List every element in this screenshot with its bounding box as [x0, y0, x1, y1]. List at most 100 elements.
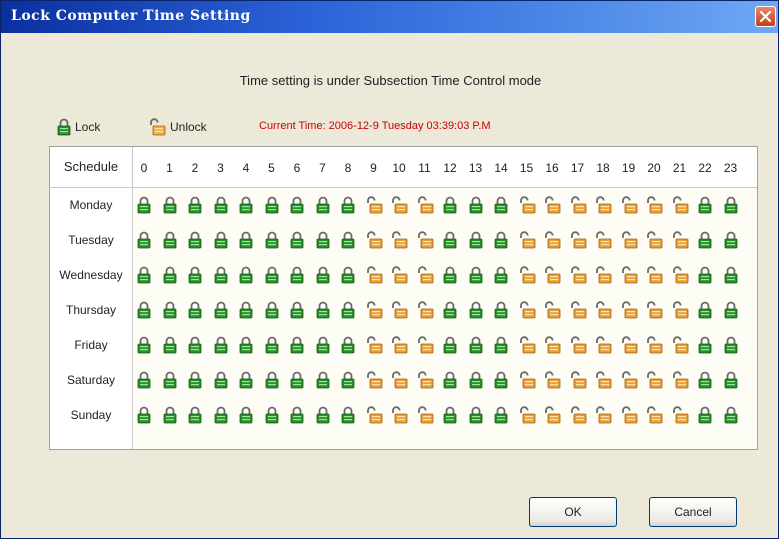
lock-icon[interactable]	[724, 406, 738, 424]
lock-icon[interactable]	[341, 266, 355, 284]
lock-icon[interactable]	[163, 301, 177, 319]
lock-icon[interactable]	[443, 231, 457, 249]
unlock-icon[interactable]	[366, 336, 382, 354]
lock-icon[interactable]	[265, 196, 279, 214]
unlock-icon[interactable]	[596, 196, 612, 214]
lock-icon[interactable]	[698, 301, 712, 319]
lock-icon[interactable]	[188, 336, 202, 354]
unlock-icon[interactable]	[647, 266, 663, 284]
lock-icon[interactable]	[494, 266, 508, 284]
lock-icon[interactable]	[290, 406, 304, 424]
unlock-icon[interactable]	[545, 231, 561, 249]
lock-icon[interactable]	[214, 336, 228, 354]
lock-icon[interactable]	[163, 406, 177, 424]
unlock-icon[interactable]	[519, 336, 535, 354]
lock-icon[interactable]	[239, 196, 253, 214]
lock-icon[interactable]	[443, 336, 457, 354]
unlock-icon[interactable]	[545, 406, 561, 424]
unlock-icon[interactable]	[545, 336, 561, 354]
lock-icon[interactable]	[290, 336, 304, 354]
lock-icon[interactable]	[341, 336, 355, 354]
unlock-icon[interactable]	[621, 231, 637, 249]
lock-icon[interactable]	[265, 266, 279, 284]
lock-icon[interactable]	[137, 266, 151, 284]
unlock-icon[interactable]	[392, 371, 408, 389]
lock-icon[interactable]	[724, 196, 738, 214]
lock-icon[interactable]	[341, 231, 355, 249]
unlock-icon[interactable]	[621, 336, 637, 354]
unlock-icon[interactable]	[672, 231, 688, 249]
unlock-icon[interactable]	[596, 371, 612, 389]
lock-icon[interactable]	[214, 231, 228, 249]
unlock-icon[interactable]	[366, 266, 382, 284]
unlock-icon[interactable]	[366, 231, 382, 249]
unlock-icon[interactable]	[519, 231, 535, 249]
lock-icon[interactable]	[724, 231, 738, 249]
lock-icon[interactable]	[341, 406, 355, 424]
lock-icon[interactable]	[494, 336, 508, 354]
lock-icon[interactable]	[494, 196, 508, 214]
unlock-icon[interactable]	[570, 301, 586, 319]
lock-icon[interactable]	[316, 266, 330, 284]
lock-icon[interactable]	[724, 336, 738, 354]
unlock-icon[interactable]	[647, 406, 663, 424]
lock-icon[interactable]	[494, 301, 508, 319]
unlock-icon[interactable]	[647, 196, 663, 214]
unlock-icon[interactable]	[545, 266, 561, 284]
lock-icon[interactable]	[494, 406, 508, 424]
lock-icon[interactable]	[443, 301, 457, 319]
lock-icon[interactable]	[290, 266, 304, 284]
lock-icon[interactable]	[698, 196, 712, 214]
unlock-icon[interactable]	[519, 406, 535, 424]
unlock-icon[interactable]	[392, 301, 408, 319]
unlock-icon[interactable]	[545, 196, 561, 214]
lock-icon[interactable]	[698, 406, 712, 424]
unlock-icon[interactable]	[519, 196, 535, 214]
lock-icon[interactable]	[188, 196, 202, 214]
lock-icon[interactable]	[214, 301, 228, 319]
lock-icon[interactable]	[265, 406, 279, 424]
lock-icon[interactable]	[469, 196, 483, 214]
lock-icon[interactable]	[698, 371, 712, 389]
unlock-icon[interactable]	[417, 266, 433, 284]
lock-icon[interactable]	[137, 336, 151, 354]
unlock-icon[interactable]	[647, 231, 663, 249]
unlock-icon[interactable]	[392, 406, 408, 424]
lock-icon[interactable]	[265, 301, 279, 319]
lock-icon[interactable]	[698, 266, 712, 284]
lock-icon[interactable]	[188, 406, 202, 424]
lock-icon[interactable]	[316, 406, 330, 424]
lock-icon[interactable]	[188, 266, 202, 284]
lock-icon[interactable]	[188, 231, 202, 249]
unlock-icon[interactable]	[570, 266, 586, 284]
lock-icon[interactable]	[698, 231, 712, 249]
unlock-icon[interactable]	[417, 336, 433, 354]
unlock-icon[interactable]	[570, 231, 586, 249]
unlock-icon[interactable]	[672, 371, 688, 389]
unlock-icon[interactable]	[570, 336, 586, 354]
lock-icon[interactable]	[239, 231, 253, 249]
unlock-icon[interactable]	[519, 371, 535, 389]
lock-icon[interactable]	[163, 196, 177, 214]
lock-icon[interactable]	[163, 266, 177, 284]
lock-icon[interactable]	[214, 371, 228, 389]
unlock-icon[interactable]	[672, 406, 688, 424]
lock-icon[interactable]	[724, 371, 738, 389]
unlock-icon[interactable]	[417, 406, 433, 424]
ok-button[interactable]: OK	[529, 497, 617, 527]
lock-icon[interactable]	[443, 196, 457, 214]
unlock-icon[interactable]	[596, 336, 612, 354]
unlock-icon[interactable]	[621, 301, 637, 319]
unlock-icon[interactable]	[366, 301, 382, 319]
unlock-icon[interactable]	[570, 371, 586, 389]
lock-icon[interactable]	[341, 371, 355, 389]
unlock-icon[interactable]	[366, 371, 382, 389]
unlock-icon[interactable]	[417, 231, 433, 249]
lock-icon[interactable]	[163, 371, 177, 389]
lock-icon[interactable]	[443, 371, 457, 389]
title-bar[interactable]: Lock Computer Time Setting	[1, 1, 778, 33]
unlock-icon[interactable]	[519, 266, 535, 284]
lock-icon[interactable]	[239, 406, 253, 424]
lock-icon[interactable]	[290, 196, 304, 214]
lock-icon[interactable]	[214, 266, 228, 284]
